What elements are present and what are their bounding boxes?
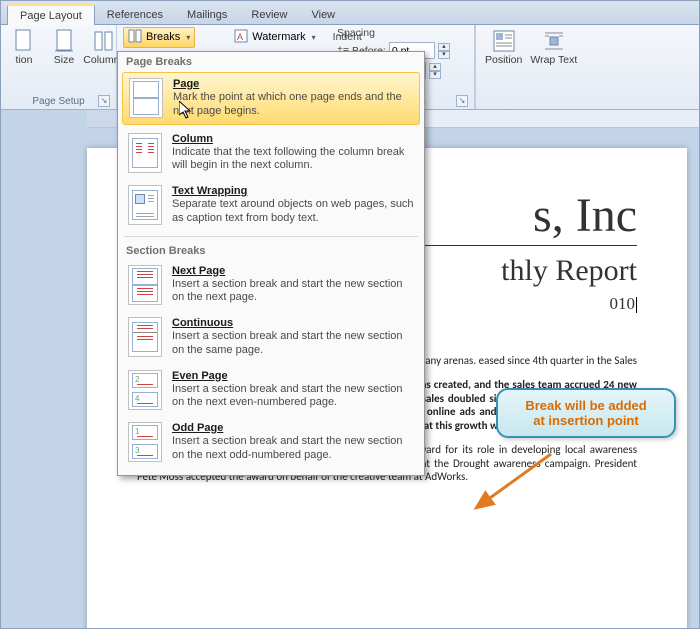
- break-textwrap-icon: [128, 185, 162, 225]
- spacing-after-spin[interactable]: ▴▾: [429, 63, 441, 79]
- section-header-section-breaks: Section Breaks: [118, 241, 424, 259]
- break-oddpage-desc: Insert a section break and start the new…: [172, 435, 414, 463]
- position-label: Position: [485, 55, 522, 66]
- columns-button[interactable]: Columns: [87, 27, 121, 68]
- paragraph-launcher[interactable]: ↘: [456, 95, 468, 107]
- break-continuous-title: Continuous: [172, 317, 414, 329]
- columns-icon: [92, 29, 116, 53]
- tab-mailings[interactable]: Mailings: [175, 5, 239, 24]
- break-page-icon: [129, 78, 163, 118]
- tab-references[interactable]: References: [95, 5, 175, 24]
- size-button[interactable]: Size: [47, 27, 81, 68]
- breaks-button[interactable]: Breaks ▾: [123, 27, 195, 48]
- break-column-title: Column: [172, 133, 414, 145]
- break-evenpage-icon: 2 4: [128, 370, 162, 410]
- wrap-icon: [542, 29, 566, 53]
- breaks-label: Breaks: [146, 31, 180, 43]
- orientation-label: tion: [16, 55, 33, 66]
- group-label-arrange: [482, 95, 693, 109]
- watermark-label: Watermark: [252, 31, 305, 43]
- page-setup-launcher[interactable]: ↘: [98, 95, 110, 107]
- break-oddpage-title: Odd Page: [172, 422, 414, 434]
- dropdown-separator: [124, 236, 418, 237]
- ribbon-tabs: Page Layout References Mailings Review V…: [1, 1, 699, 25]
- text-cursor: [636, 297, 637, 313]
- break-option-even-page[interactable]: 2 4 Even Page Insert a section break and…: [118, 364, 424, 417]
- group-label-page-setup: Page Setup ↘: [7, 95, 110, 109]
- position-button[interactable]: Position: [482, 27, 525, 68]
- chevron-down-icon: ▾: [186, 33, 190, 42]
- annotation-arrow: [466, 450, 556, 520]
- break-textwrap-desc: Separate text around objects on web page…: [172, 198, 414, 226]
- break-textwrap-title: Text Wrapping: [172, 185, 414, 197]
- section-header-page-breaks: Page Breaks: [118, 52, 424, 70]
- orientation-icon: [12, 29, 36, 53]
- size-icon: [52, 29, 76, 53]
- tab-page-layout[interactable]: Page Layout: [7, 4, 95, 25]
- wrap-text-button[interactable]: Wrap Text: [527, 27, 580, 68]
- breaks-icon: [128, 29, 142, 46]
- chevron-down-icon: ▾: [312, 33, 316, 42]
- spacing-before-spin[interactable]: ▴▾: [438, 43, 450, 59]
- break-option-column[interactable]: Column Indicate that the text following …: [118, 127, 424, 180]
- position-icon: [492, 29, 516, 53]
- break-oddpage-icon: 1 3: [128, 422, 162, 462]
- watermark-button[interactable]: A Watermark ▾: [229, 27, 320, 48]
- break-evenpage-desc: Insert a section break and start the new…: [172, 383, 414, 411]
- size-label: Size: [54, 55, 74, 66]
- callout-line2: at insertion point: [508, 413, 664, 428]
- group-arrange: Position Wrap Text: [476, 25, 699, 109]
- watermark-icon: A: [234, 29, 248, 46]
- callout-line1: Break will be added: [508, 398, 664, 413]
- break-continuous-desc: Insert a section break and start the new…: [172, 330, 414, 358]
- break-nextpage-desc: Insert a section break and start the new…: [172, 278, 414, 306]
- group-page-setup: tion Size Columns Page Setup ↘: [1, 25, 117, 109]
- break-option-next-page[interactable]: Next Page Insert a section break and sta…: [118, 259, 424, 312]
- break-option-odd-page[interactable]: 1 3 Odd Page Insert a section break and …: [118, 416, 424, 469]
- break-nextpage-icon: [128, 265, 162, 305]
- break-column-desc: Indicate that the text following the col…: [172, 146, 414, 174]
- tab-review[interactable]: Review: [239, 5, 299, 24]
- breaks-dropdown: Page Breaks Page Mark the point at which…: [117, 51, 425, 476]
- break-option-continuous[interactable]: Continuous Insert a section break and st…: [118, 311, 424, 364]
- break-column-icon: [128, 133, 162, 173]
- svg-text:A: A: [237, 32, 243, 42]
- break-option-text-wrapping[interactable]: Text Wrapping Separate text around objec…: [118, 179, 424, 232]
- break-page-title: Page: [173, 78, 413, 90]
- break-evenpage-title: Even Page: [172, 370, 414, 382]
- break-nextpage-title: Next Page: [172, 265, 414, 277]
- orientation-button[interactable]: tion: [7, 27, 41, 68]
- break-page-desc: Mark the point at which one page ends an…: [173, 91, 413, 119]
- wrap-label: Wrap Text: [530, 55, 577, 66]
- break-continuous-icon: [128, 317, 162, 357]
- tab-view[interactable]: View: [299, 5, 347, 24]
- spacing-header: Spacing: [337, 27, 450, 39]
- break-option-page[interactable]: Page Mark the point at which one page en…: [122, 72, 420, 125]
- annotation-callout: Break will be added at insertion point: [496, 388, 676, 438]
